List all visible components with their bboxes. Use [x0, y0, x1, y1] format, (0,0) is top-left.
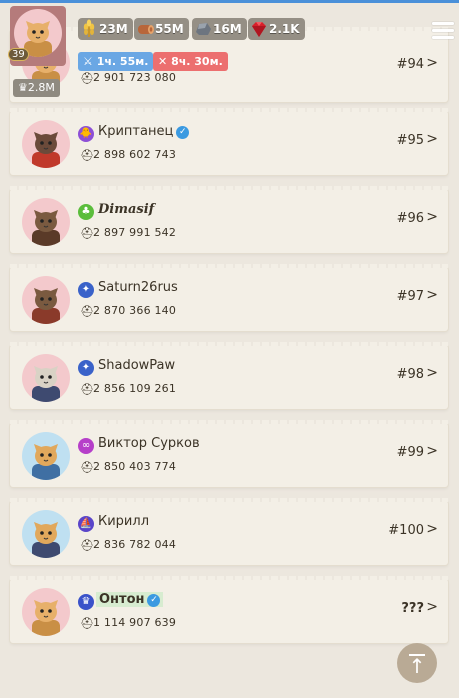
resource-wood[interactable]: 55M [134, 18, 189, 40]
player-power: 2 856 109 261 [93, 382, 177, 395]
stone-icon [196, 23, 211, 35]
player-avatar [22, 276, 70, 324]
player-name: Кирилл [98, 514, 149, 529]
resource-value: 16M [213, 22, 242, 36]
leaderboard-row[interactable]: ⛑ 2 901 723 080 #94 > [10, 27, 448, 102]
crossed-swords-icon: ✕ [158, 55, 168, 68]
ruby-icon [252, 22, 266, 37]
glasses-icon: ∞ [78, 438, 94, 454]
tree-icon: ♣ [78, 204, 94, 220]
leaderboard-row[interactable]: ✦ Saturn26rus ⛑ 2 870 366 140 #97 > [10, 264, 448, 331]
player-rank: #96 [396, 211, 424, 226]
player-power: 1 114 907 639 [93, 616, 177, 629]
player-avatar [22, 354, 70, 402]
helmet-icon: ⛑ [80, 461, 94, 474]
chick-icon: 🐥 [78, 126, 94, 142]
crown-icon: ♛ [78, 594, 94, 610]
resource-value: 55M [155, 22, 184, 36]
verified-check-icon: ✓ [176, 126, 190, 139]
leaderboard-row[interactable]: ✦ ShadowPaw ⛑ 2 856 109 261 #98 > [10, 342, 448, 409]
player-rank: #94 [396, 57, 424, 72]
player-avatar [22, 588, 70, 636]
player-rank: #95 [396, 133, 424, 148]
sword-icon: ⚔ [83, 55, 93, 68]
resource-gems[interactable]: 2.1K [248, 18, 305, 40]
leaderboard-row[interactable]: ∞ Виктор Сурков ⛑ 2 850 403 774 #99 > [10, 420, 448, 487]
helmet-icon: ⛑ [80, 227, 94, 240]
crown-power-badge[interactable]: ♛2.8M [13, 79, 60, 97]
chevron-right-icon: > [426, 443, 438, 459]
battle-timer[interactable]: ✕ 8ч. 30м. [153, 52, 228, 71]
chevron-right-icon: > [426, 287, 438, 303]
leaderboard-row-self[interactable]: ♛ Онтон ✓ ⛑ 1 114 907 639 ??? > [10, 576, 448, 643]
player-avatar [22, 432, 70, 480]
player-name: ShadowPaw [98, 358, 176, 373]
leaderboard-row[interactable]: ⛵ Кирилл ⛑ 2 836 782 044 #100 > [10, 498, 448, 565]
attack-timer[interactable]: ⚔ 1ч. 55м. [78, 52, 154, 71]
player-avatar [22, 510, 70, 558]
chevron-right-icon: > [426, 365, 438, 381]
player-rank: ??? [401, 601, 424, 616]
helmet-icon: ⛑ [80, 149, 94, 162]
helmet-icon: ⛑ [80, 72, 94, 85]
player-avatar [22, 120, 70, 168]
player-power: 2 898 602 743 [93, 148, 177, 161]
resource-stone[interactable]: 16M [192, 18, 247, 40]
wheat-icon [83, 19, 95, 37]
timer-text: 8ч. 30м. [171, 55, 223, 68]
resource-value: 2.1K [269, 22, 300, 36]
player-name: Dimasif [98, 202, 155, 217]
resource-gold[interactable]: 23M [78, 18, 133, 40]
chevron-right-icon: > [426, 599, 438, 615]
helmet-icon: ⛑ [80, 539, 94, 552]
player-power: 2 901 723 080 [93, 71, 177, 84]
player-power: 2 850 403 774 [93, 460, 177, 473]
player-rank: #100 [388, 523, 424, 538]
player-power: 2 836 782 044 [93, 538, 177, 551]
chevron-right-icon: > [426, 209, 438, 225]
hamburger-menu-icon[interactable] [432, 22, 454, 40]
helmet-icon: ⛑ [80, 617, 94, 630]
scroll-to-top-button[interactable]: ↑ [397, 643, 437, 683]
verified-check-icon: ✓ [147, 594, 161, 607]
player-power: 2 870 366 140 [93, 304, 177, 317]
helmet-icon: ⛑ [80, 305, 94, 318]
player-rank: #97 [396, 289, 424, 304]
log-icon [138, 25, 154, 34]
player-level: 39 [8, 48, 29, 61]
player-rank: #99 [396, 445, 424, 460]
satellite-icon: ✦ [78, 282, 94, 298]
timer-text: 1ч. 55м. [96, 55, 149, 68]
player-rank: #98 [396, 367, 424, 382]
player-name: Saturn26rus [98, 280, 178, 295]
leaderboard-row[interactable]: 🐥 Криптанец ✓ ⛑ 2 898 602 743 #95 > [10, 108, 448, 175]
player-name: Виктор Сурков [98, 436, 200, 451]
player-name: Криптанец [98, 124, 174, 139]
leaderboard-row[interactable]: ♣ Dimasif ⛑ 2 897 991 542 #96 > [10, 186, 448, 253]
chevron-right-icon: > [426, 521, 438, 537]
helmet-icon: ⛑ [80, 383, 94, 396]
chevron-right-icon: > [426, 55, 438, 71]
player-avatar [22, 198, 70, 246]
player-name: Онтон [99, 592, 145, 607]
chevron-right-icon: > [426, 131, 438, 147]
player-power: 2 897 991 542 [93, 226, 177, 239]
boat-icon: ⛵ [78, 516, 94, 532]
resource-value: 23M [99, 22, 128, 36]
satellite-icon: ✦ [78, 360, 94, 376]
